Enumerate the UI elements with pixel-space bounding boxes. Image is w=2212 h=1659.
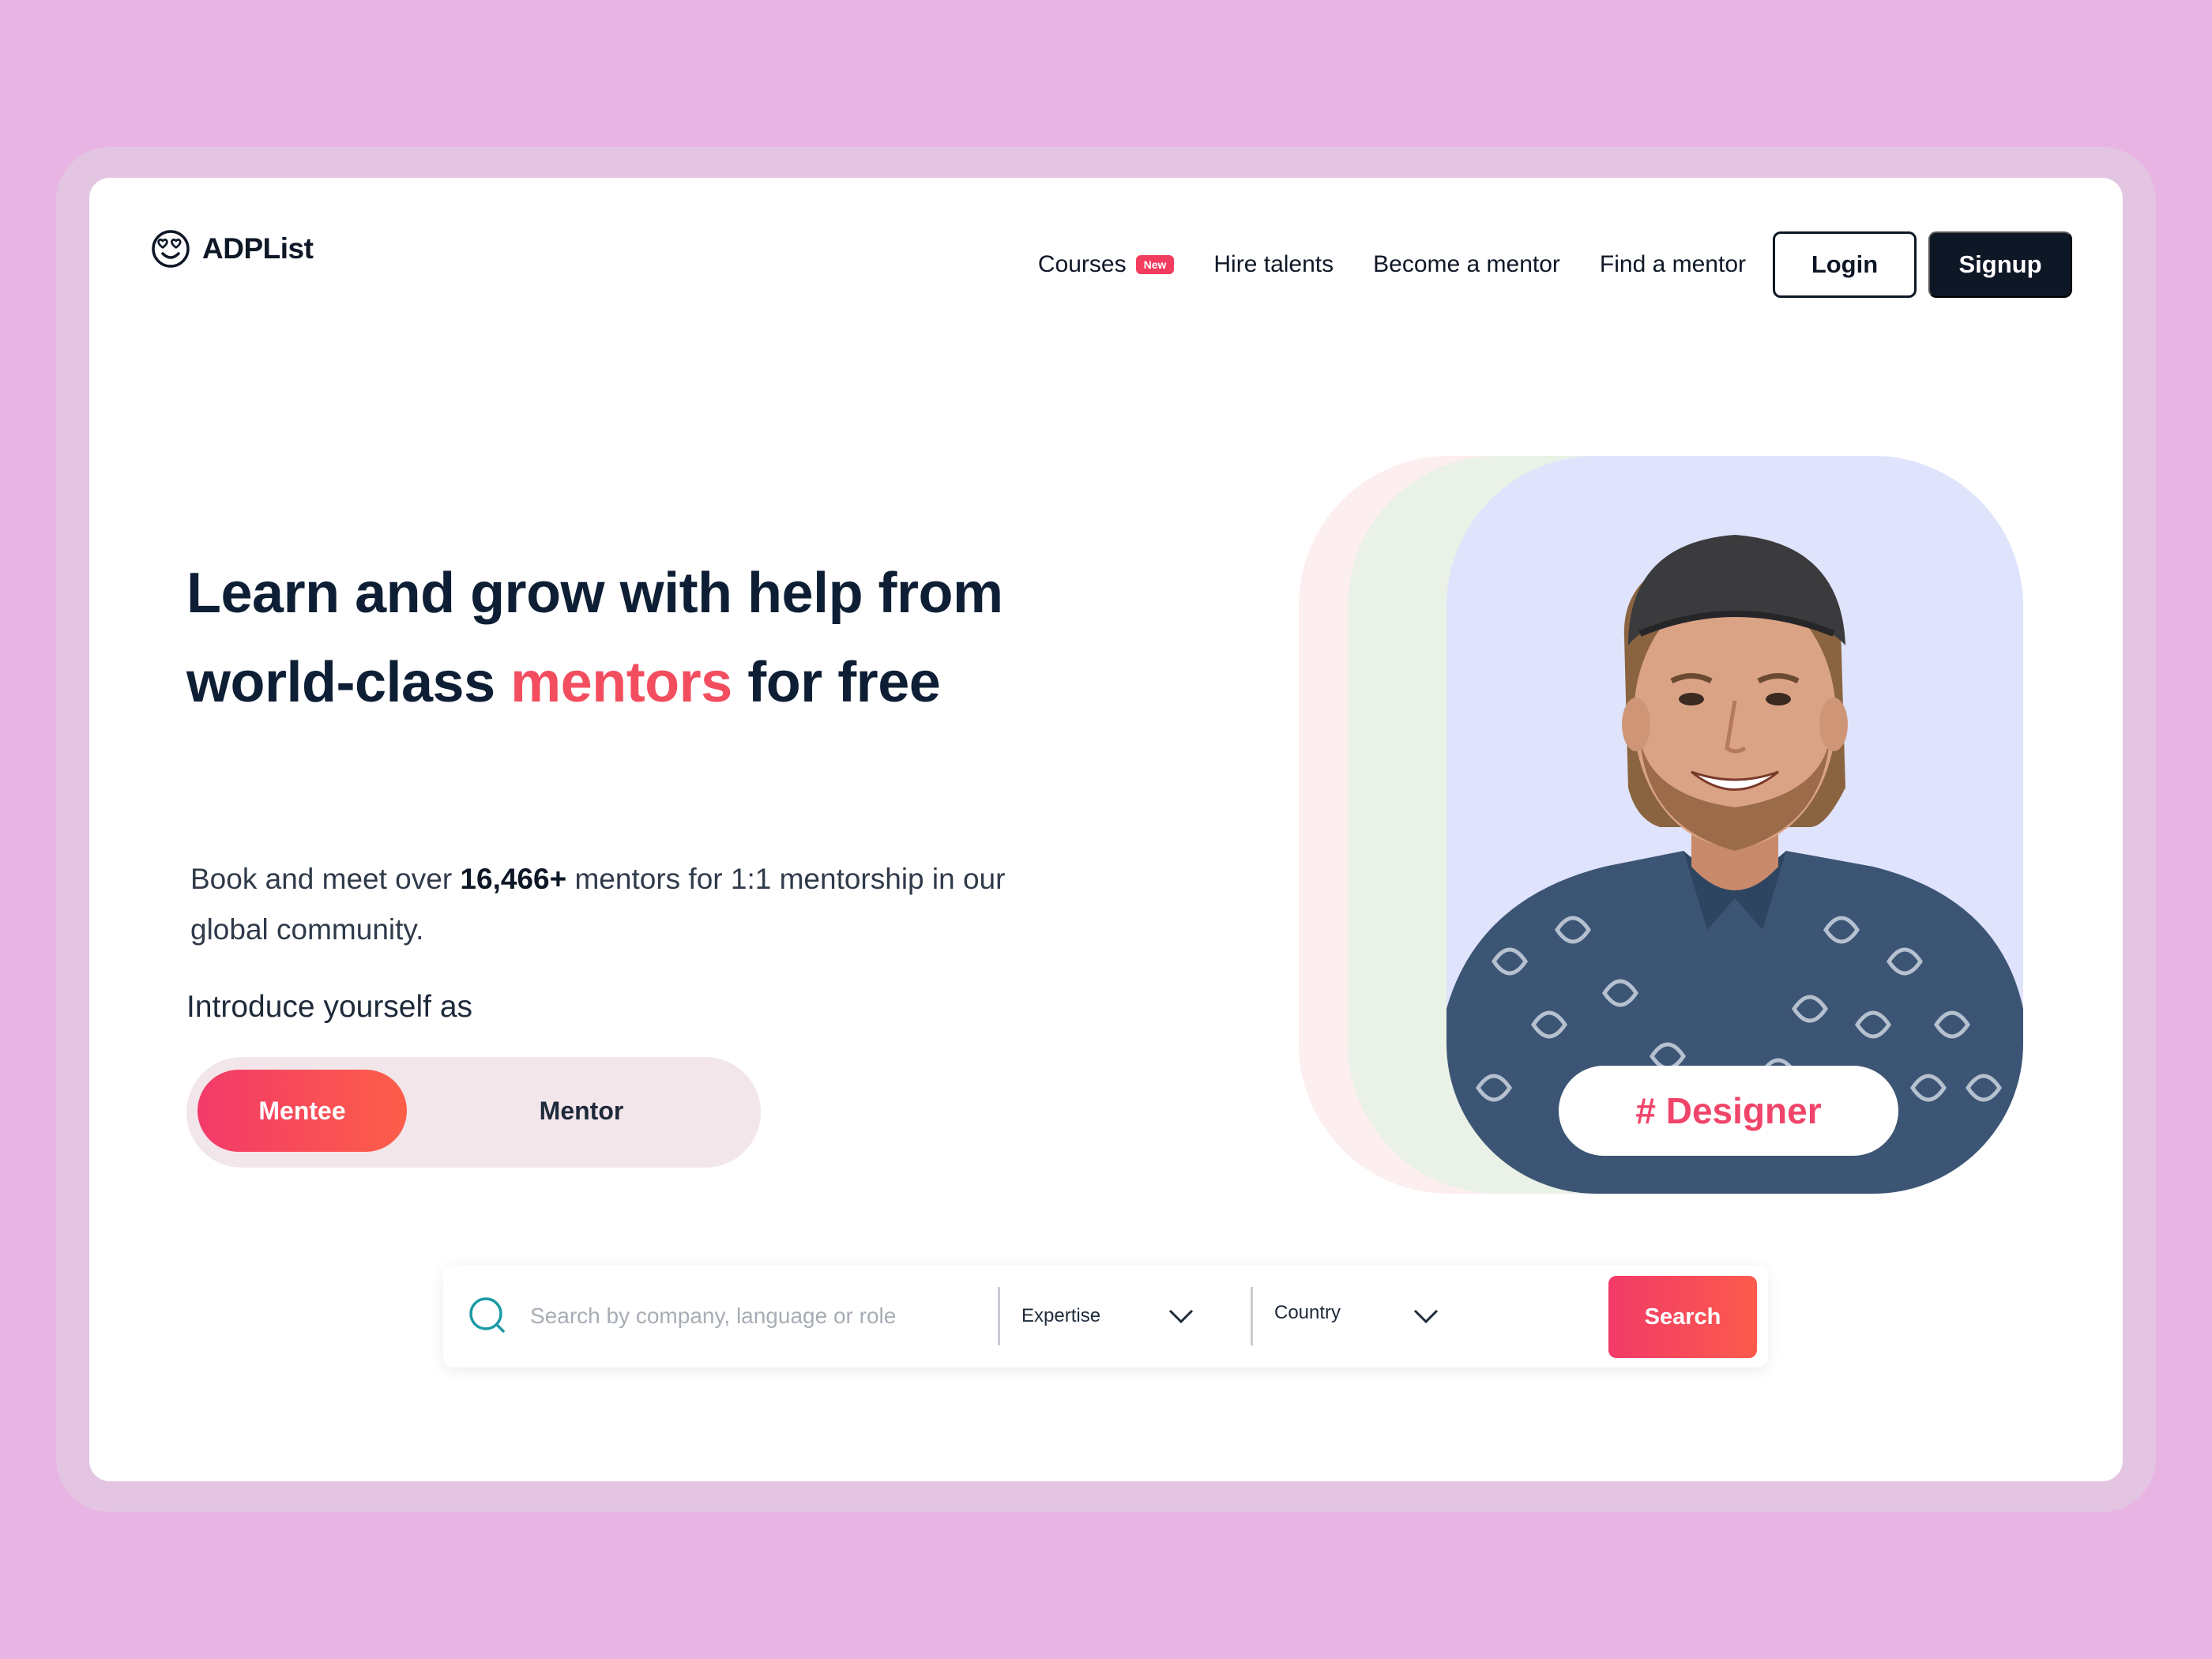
headline-text-end: for free (732, 651, 941, 714)
subtext-start: Book and meet over (190, 863, 461, 895)
chevron-down-icon (1168, 1309, 1194, 1324)
mentor-search-bar: Expertise Country Search (443, 1265, 1768, 1367)
country-label: Country (1274, 1302, 1341, 1323)
smiley-heart-eyes-icon (152, 230, 190, 268)
hero-headline: Learn and grow with help from world-clas… (186, 549, 1095, 728)
mentor-option[interactable]: Mentor (495, 1070, 668, 1152)
chevron-down-icon (1413, 1309, 1439, 1324)
expertise-dropdown[interactable]: Expertise (1021, 1288, 1235, 1344)
landing-page-card: ADPList Courses New Hire talents Become … (89, 178, 2123, 1481)
search-input[interactable] (530, 1288, 972, 1344)
introduce-label: Introduce yourself as (186, 990, 473, 1024)
login-button[interactable]: Login (1773, 231, 1917, 298)
mentee-option[interactable]: Mentee (198, 1070, 407, 1152)
country-dropdown[interactable]: Country (1274, 1285, 1488, 1341)
nav-link-find-mentor[interactable]: Find a mentor (1600, 251, 1746, 278)
signup-button[interactable]: Signup (1928, 231, 2072, 298)
hero-subtext: Book and meet over 16,466+ mentors for 1… (190, 854, 1059, 955)
nav-link-become-mentor[interactable]: Become a mentor (1373, 251, 1560, 278)
brand-name: ADPList (202, 232, 314, 265)
search-button[interactable]: Search (1608, 1276, 1757, 1358)
search-icon (469, 1297, 505, 1333)
top-navigation: Courses New Hire talents Become a mentor… (1038, 231, 2072, 298)
role-tag: # Designer (1559, 1066, 1898, 1156)
search-divider (998, 1287, 1000, 1345)
role-toggle: Mentee Mentor (186, 1057, 761, 1168)
nav-link-courses[interactable]: Courses New (1038, 251, 1175, 278)
search-divider (1251, 1287, 1253, 1345)
mentor-count: 16,466+ (460, 863, 567, 895)
brand-logo[interactable]: ADPList (150, 228, 314, 269)
expertise-label: Expertise (1021, 1305, 1101, 1326)
new-badge: New (1135, 255, 1175, 274)
headline-accent: mentors (510, 651, 732, 714)
nav-link-label: Courses (1037, 251, 1127, 277)
nav-link-hire-talents[interactable]: Hire talents (1213, 251, 1334, 278)
